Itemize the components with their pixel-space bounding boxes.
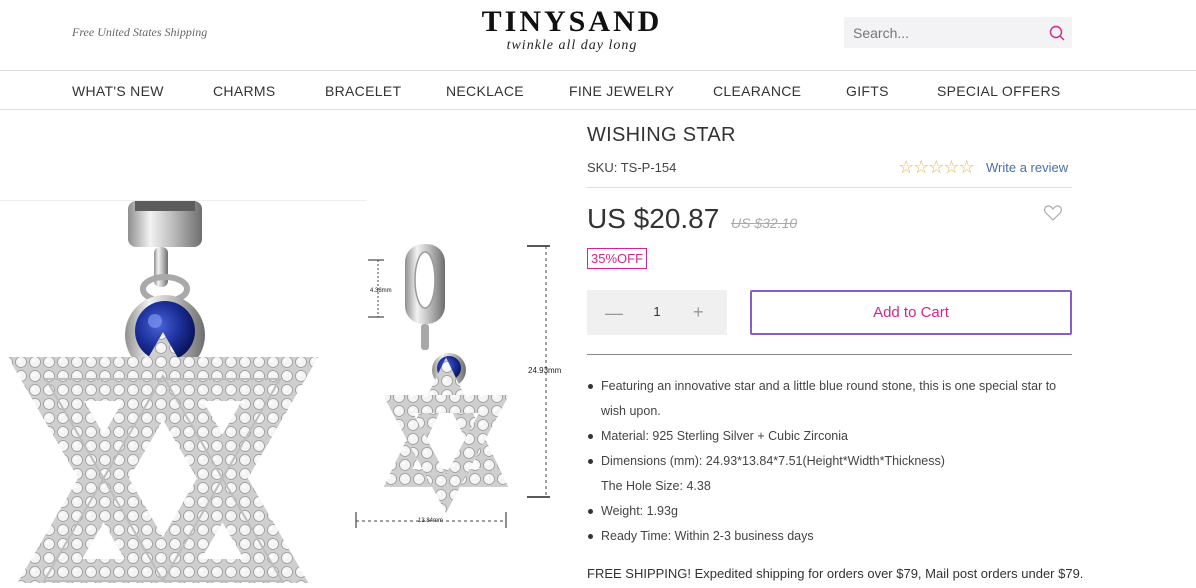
nav-item-bracelet[interactable]: BRACELET	[325, 83, 401, 99]
nav-item-clearance[interactable]: CLEARANCE	[713, 83, 801, 99]
shipping-info: FREE SHIPPING! Expedited shipping for or…	[587, 566, 1084, 581]
nav-item-fine-jewelry[interactable]: FINE JEWELRY	[569, 83, 674, 99]
list-item: Weight: 1.93g	[587, 499, 1072, 524]
add-to-cart-button[interactable]: Add to Cart	[750, 290, 1072, 335]
main-nav: WHAT'S NEW CHARMS BRACELET NECKLACE FINE…	[0, 71, 1196, 110]
list-item: Featuring an innovative star and a littl…	[587, 374, 1072, 399]
plus-icon[interactable]: +	[693, 302, 704, 323]
rating-stars[interactable]: ☆☆☆☆☆	[898, 157, 975, 178]
brand-name: TINYSAND	[481, 5, 663, 38]
list-item: Ready Time: Within 2-3 business days	[587, 524, 1072, 549]
list-item: The Hole Size: 4.38	[601, 479, 711, 493]
quantity-stepper: — 1 +	[587, 290, 727, 335]
star-empty-icon: ☆	[898, 157, 914, 177]
dimension-diagram: 24.93mm 4.38mm 13.84mm	[355, 244, 562, 528]
shipping-note: Free United States Shipping	[72, 25, 208, 39]
brand-tagline: twinkle all day long	[506, 38, 638, 53]
nav-item-gifts[interactable]: GIFTS	[846, 83, 889, 99]
star-empty-icon: ☆	[928, 157, 944, 177]
write-review-link[interactable]: Write a review	[986, 160, 1068, 175]
hole-dimension-label: 4.38mm	[370, 288, 392, 294]
nav-item-special-offers[interactable]: SPECIAL OFFERS	[937, 83, 1061, 99]
search-box	[844, 17, 1072, 48]
quantity-value[interactable]: 1	[639, 304, 675, 319]
list-item: Dimensions (mm): 24.93*13.84*7.51(Height…	[587, 449, 1072, 474]
product-sku: SKU: TS-P-154	[587, 160, 677, 175]
nav-item-whats-new[interactable]: WHAT'S NEW	[72, 83, 164, 99]
nav-item-necklace[interactable]: NECKLACE	[446, 83, 524, 99]
heart-icon[interactable]	[1043, 203, 1063, 223]
star-charm-picture	[7, 201, 319, 588]
product-title: WISHING STAR	[587, 124, 736, 146]
product-spec-image[interactable]: 24.93mm 4.38mm 13.84mm	[350, 230, 565, 535]
product-main-image[interactable]	[0, 200, 367, 588]
brand-logo[interactable]: TINYSAND twinkle all day long	[472, 6, 672, 54]
divider	[587, 354, 1072, 355]
list-item: wish upon.	[601, 404, 661, 418]
nav-item-charms[interactable]: CHARMS	[213, 83, 275, 99]
width-dimension-label: 13.84mm	[418, 518, 443, 524]
site-header: Free United States Shipping TINYSAND twi…	[0, 0, 1196, 71]
original-price: US $32.10	[731, 215, 798, 231]
star-empty-icon: ☆	[958, 157, 975, 177]
search-input[interactable]	[844, 17, 1034, 48]
star-empty-icon: ☆	[913, 157, 929, 177]
star-empty-icon: ☆	[943, 157, 959, 177]
discount-badge: 35%OFF	[587, 248, 648, 269]
search-icon[interactable]	[1048, 24, 1066, 42]
minus-icon[interactable]: —	[605, 303, 623, 324]
feature-list: Featuring an innovative star and a littl…	[587, 374, 1072, 549]
divider	[587, 187, 1072, 188]
list-item: Material: 925 Sterling Silver + Cubic Zi…	[587, 424, 1072, 449]
height-dimension-label: 24.93mm	[528, 366, 562, 375]
current-price: US $20.87	[587, 203, 720, 234]
